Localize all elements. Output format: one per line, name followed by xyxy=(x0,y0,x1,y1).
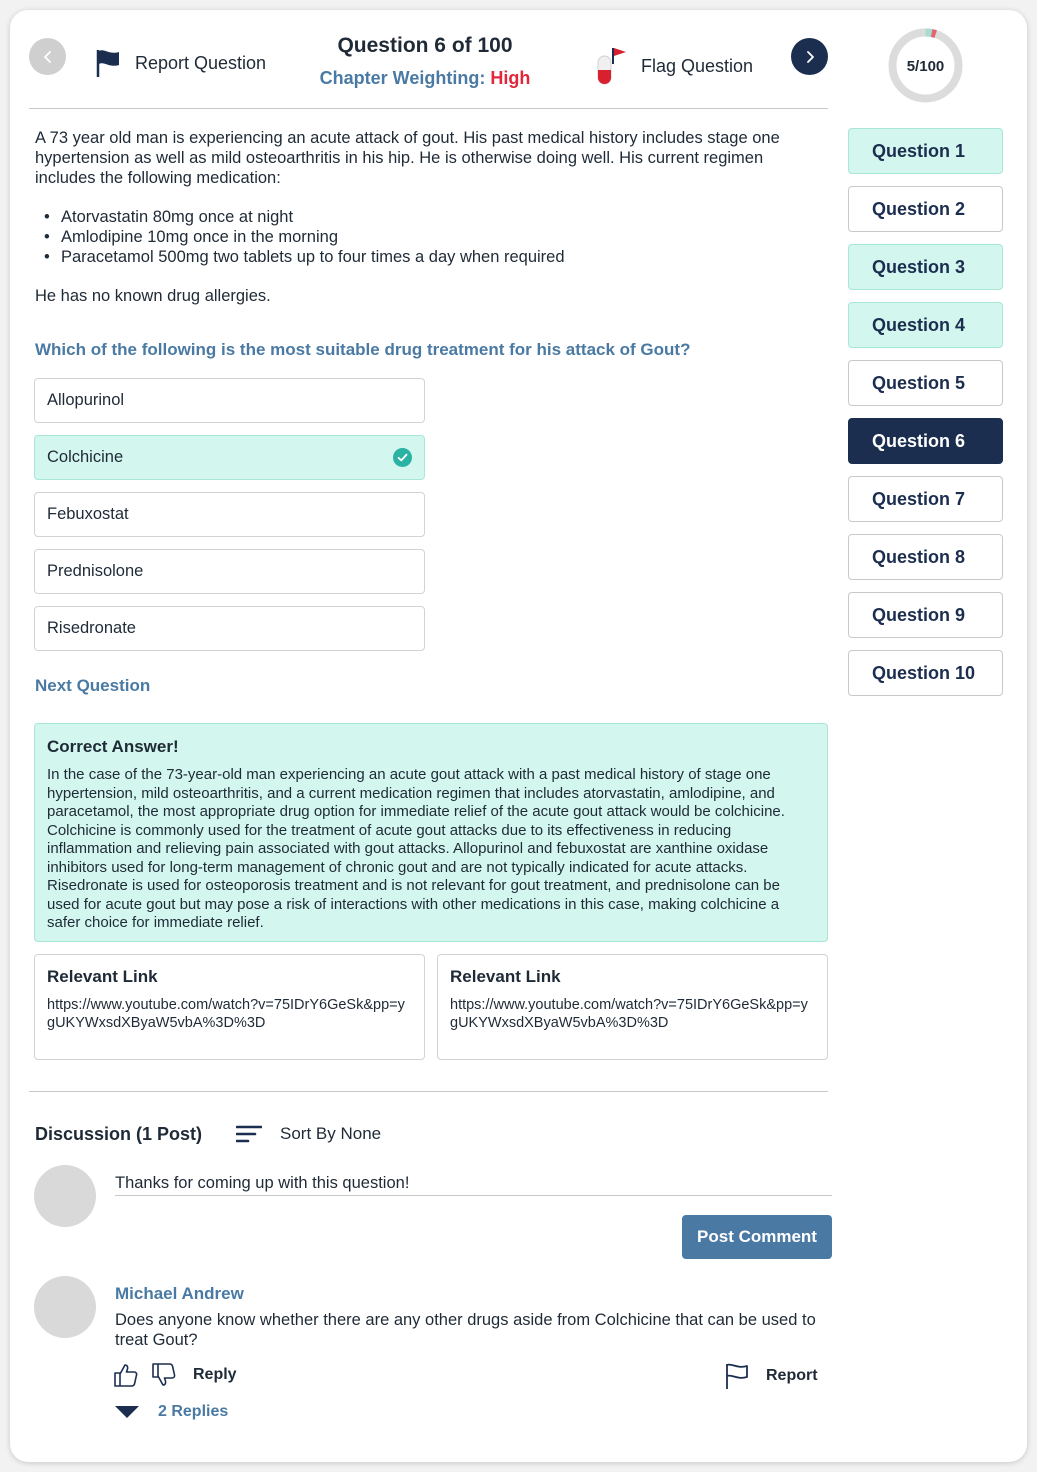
like-button[interactable] xyxy=(113,1362,139,1388)
question-nav-item-1[interactable]: Question 1 xyxy=(848,128,1003,174)
question-counter: Question 6 of 100 xyxy=(337,34,513,57)
relevant-link-url[interactable]: https://www.youtube.com/watch?v=75IDrY6G… xyxy=(450,996,815,1032)
medication-item: Paracetamol 500mg two tablets up to four… xyxy=(35,247,825,267)
quiz-card: Report Question Question 6 of 100 Chapte… xyxy=(10,10,1027,1462)
medication-item: Amlodipine 10mg once in the morning xyxy=(35,227,825,247)
stem-intro: A 73 year old man is experiencing an acu… xyxy=(35,129,780,187)
thumbs-down-icon xyxy=(152,1363,176,1386)
chapter-weighting-label: Chapter Weighting: xyxy=(319,68,486,88)
chevron-left-icon xyxy=(43,50,51,63)
relevant-link-url[interactable]: https://www.youtube.com/watch?v=75IDrY6G… xyxy=(47,996,412,1032)
relevant-link-title: Relevant Link xyxy=(47,967,158,986)
report-question-label: Report Question xyxy=(135,52,267,73)
question-prompt: Which of the following is the most suita… xyxy=(35,340,691,359)
sort-dropdown[interactable]: Sort By None xyxy=(236,1124,381,1144)
question-nav-item-10[interactable]: Question 10 xyxy=(848,650,1003,696)
header-divider xyxy=(29,108,828,109)
report-post-label: Report xyxy=(766,1367,818,1384)
reply-button[interactable]: Reply xyxy=(193,1366,237,1384)
report-question-button[interactable]: Report Question xyxy=(95,48,266,78)
relevant-link-card[interactable]: Relevant Link https://www.youtube.com/wa… xyxy=(437,954,828,1060)
relevant-link-title: Relevant Link xyxy=(450,967,561,986)
discussion-title: Discussion (1 Post) xyxy=(35,1124,203,1144)
answer-option-label: Prednisolone xyxy=(47,562,144,580)
answer-options: Allopurinol Colchicine Febuxostat Prednisol… xyxy=(34,378,425,663)
medication-list: Atorvastatin 80mg once at night Amlodipi… xyxy=(35,207,825,267)
answer-option[interactable]: Febuxostat xyxy=(34,492,425,537)
answer-explanation: Correct Answer! In the case of the 73-ye… xyxy=(34,723,828,942)
answer-option[interactable]: Allopurinol xyxy=(34,378,425,423)
allergy-statement: He has no known drug allergies. xyxy=(35,287,271,305)
sort-label: Sort By None xyxy=(280,1124,382,1143)
answer-title: Correct Answer! xyxy=(47,737,179,756)
relevant-link-card[interactable]: Relevant Link https://www.youtube.com/wa… xyxy=(34,954,425,1060)
answer-option-label: Colchicine xyxy=(47,448,124,466)
post-actions: Reply xyxy=(113,1362,237,1388)
avatar xyxy=(34,1165,96,1227)
caret-down-icon xyxy=(115,1406,139,1418)
comment-input[interactable] xyxy=(115,1171,832,1196)
previous-question-button[interactable] xyxy=(29,38,66,75)
chapter-weighting-value: High xyxy=(490,68,531,88)
flag-question-button[interactable]: Flag Question xyxy=(595,46,753,86)
question-nav-item-2[interactable]: Question 2 xyxy=(848,186,1003,232)
answer-option-label: Risedronate xyxy=(47,619,136,637)
question-nav-item-5[interactable]: Question 5 xyxy=(848,360,1003,406)
question-navigator: Question 1 Question 2 Question 3 Question 4… xyxy=(848,128,1003,708)
chapter-weighting: Chapter Weighting: High xyxy=(275,68,575,89)
report-post-button[interactable]: Report xyxy=(724,1362,818,1390)
avatar xyxy=(34,1276,96,1338)
show-replies-toggle[interactable]: 2 Replies xyxy=(114,1403,228,1421)
question-nav-item-6[interactable]: Question 6 xyxy=(848,418,1003,464)
answer-option-label: Febuxostat xyxy=(47,505,129,523)
question-nav-item-4[interactable]: Question 4 xyxy=(848,302,1003,348)
answer-text: In the case of the 73-year-old man exper… xyxy=(47,766,785,931)
question-nav-item-3[interactable]: Question 3 xyxy=(848,244,1003,290)
thumbs-up-icon xyxy=(114,1364,138,1387)
answer-option-label: Allopurinol xyxy=(47,391,125,409)
post-comment-button[interactable]: Post Comment xyxy=(682,1215,832,1259)
flag-outline-icon xyxy=(726,1363,748,1389)
question-stem: A 73 year old man is experiencing an acu… xyxy=(35,128,825,306)
dislike-button[interactable] xyxy=(151,1362,177,1388)
question-nav-item-9[interactable]: Question 9 xyxy=(848,592,1003,638)
question-nav-item-8[interactable]: Question 8 xyxy=(848,534,1003,580)
answer-option[interactable]: Prednisolone xyxy=(34,549,425,594)
next-question-link[interactable]: Next Question xyxy=(35,676,150,696)
answer-option[interactable]: Colchicine xyxy=(34,435,425,480)
next-question-arrow-button[interactable] xyxy=(791,38,828,75)
medication-item: Atorvastatin 80mg once at night xyxy=(35,207,825,227)
chevron-right-icon xyxy=(806,50,814,63)
post-author[interactable]: Michael Andrew xyxy=(115,1284,244,1304)
post-text: Does anyone know whether there are any o… xyxy=(115,1311,816,1349)
question-nav-item-7[interactable]: Question 7 xyxy=(848,476,1003,522)
check-circle-icon xyxy=(393,448,412,467)
progress-label: 5/100 xyxy=(906,58,945,75)
answer-option[interactable]: Risedronate xyxy=(34,606,425,651)
discussion-divider xyxy=(29,1091,828,1092)
replies-count: 2 Replies xyxy=(158,1403,229,1420)
pill-flag-icon xyxy=(597,48,626,85)
flag-icon xyxy=(96,50,119,77)
flag-question-label: Flag Question xyxy=(641,55,754,76)
sort-lines-icon xyxy=(236,1125,262,1143)
